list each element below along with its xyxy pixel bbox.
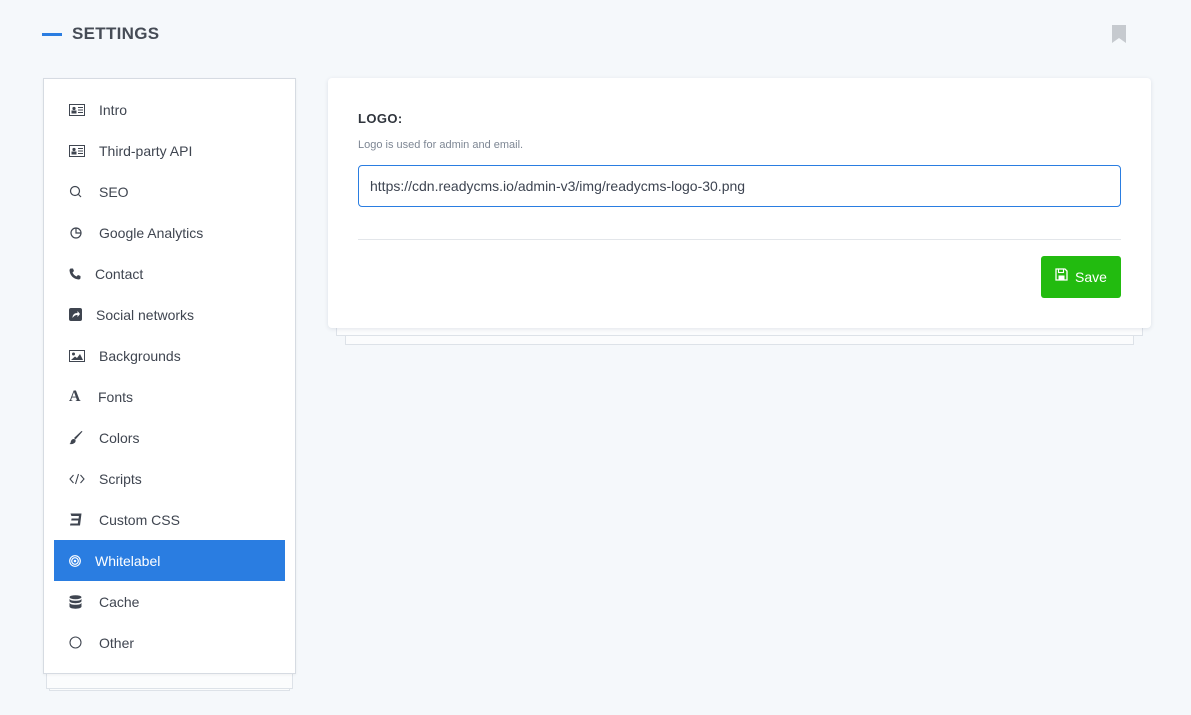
sidebar-item-other[interactable]: Other bbox=[54, 622, 285, 663]
circle-icon bbox=[69, 635, 89, 651]
sidebar-item-seo[interactable]: SEO bbox=[54, 171, 285, 212]
sidebar-item-label: Custom CSS bbox=[99, 511, 180, 528]
logo-url-input[interactable] bbox=[358, 165, 1121, 207]
phone-icon bbox=[69, 266, 85, 282]
sidebar-item-label: Google Analytics bbox=[99, 224, 204, 241]
sidebar-item-label: SEO bbox=[99, 183, 129, 200]
sidebar-item-label: Whitelabel bbox=[95, 552, 161, 569]
paint-brush-icon bbox=[69, 430, 89, 446]
sidebar-item-whitelabel[interactable]: Whitelabel bbox=[54, 540, 285, 581]
header-accent-bar bbox=[42, 32, 62, 36]
font-icon: A bbox=[69, 387, 81, 405]
sidebar-item-custom-css[interactable]: Custom CSS bbox=[54, 499, 285, 540]
share-square-icon bbox=[69, 307, 86, 323]
id-card-icon bbox=[69, 143, 89, 159]
sidebar-item-label: Social networks bbox=[96, 306, 195, 323]
save-button[interactable]: Save bbox=[1041, 256, 1121, 298]
logo-field-label: LOGO: bbox=[358, 111, 403, 126]
settings-sidebar-wrapper: Intro Third-party API SEO Google Analyti… bbox=[43, 78, 296, 691]
pie-chart-icon bbox=[69, 225, 89, 241]
sidebar-item-label: Intro bbox=[99, 101, 128, 118]
page-title: SETTINGS bbox=[72, 24, 160, 43]
sidebar-item-label: Colors bbox=[99, 429, 140, 446]
sidebar-item-label: Fonts bbox=[98, 388, 134, 405]
divider bbox=[358, 239, 1121, 240]
save-button-label: Save bbox=[1075, 269, 1107, 285]
id-card-icon bbox=[69, 102, 89, 118]
sidebar-item-label: Third-party API bbox=[99, 142, 193, 159]
code-icon bbox=[69, 471, 89, 487]
sidebar-item-backgrounds[interactable]: Backgrounds bbox=[54, 335, 285, 376]
sidebar-item-colors[interactable]: Colors bbox=[54, 417, 285, 458]
settings-card-wrapper: LOGO: Logo is used for admin and email. … bbox=[328, 78, 1151, 345]
target-icon bbox=[69, 553, 85, 569]
sidebar-item-label: Contact bbox=[95, 265, 144, 282]
sidebar-item-social-networks[interactable]: Social networks bbox=[54, 294, 285, 335]
sidebar-item-scripts[interactable]: Scripts bbox=[54, 458, 285, 499]
settings-sidebar: Intro Third-party API SEO Google Analyti… bbox=[43, 78, 296, 674]
sidebar-item-label: Backgrounds bbox=[99, 347, 181, 364]
image-icon bbox=[69, 348, 89, 364]
sidebar-item-fonts[interactable]: A Fonts bbox=[54, 376, 285, 417]
sidebar-item-google-analytics[interactable]: Google Analytics bbox=[54, 212, 285, 253]
whitelabel-settings-card: LOGO: Logo is used for admin and email. … bbox=[328, 78, 1151, 328]
logo-field-help: Logo is used for admin and email. bbox=[358, 139, 524, 151]
database-icon bbox=[69, 594, 89, 610]
sidebar-item-label: Cache bbox=[99, 593, 140, 610]
sidebar-item-intro[interactable]: Intro bbox=[54, 89, 285, 130]
sidebar-item-cache[interactable]: Cache bbox=[54, 581, 285, 622]
sidebar-item-label: Other bbox=[99, 634, 135, 651]
bookmark-icon[interactable] bbox=[1112, 25, 1126, 43]
search-icon bbox=[69, 184, 89, 200]
page-header: SETTINGS bbox=[42, 22, 159, 46]
sidebar-item-label: Scripts bbox=[99, 470, 142, 487]
sidebar-item-contact[interactable]: Contact bbox=[54, 253, 285, 294]
css3-icon bbox=[69, 512, 89, 528]
save-icon bbox=[1055, 267, 1068, 281]
sidebar-item-third-party-api[interactable]: Third-party API bbox=[54, 130, 285, 171]
